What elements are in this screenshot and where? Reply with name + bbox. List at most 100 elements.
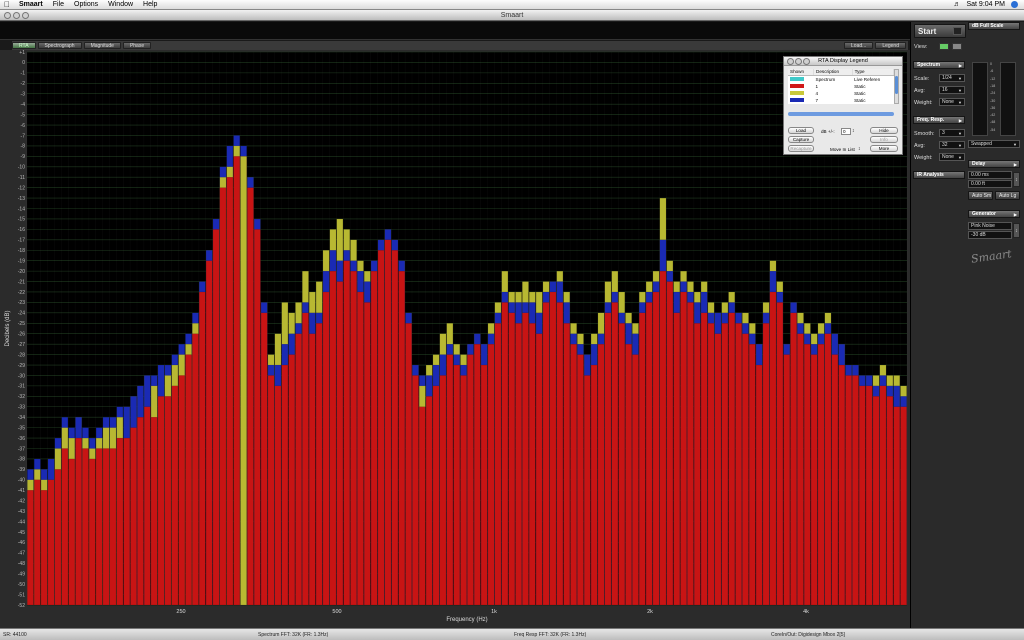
bar-series-1[interactable] — [625, 344, 632, 606]
bar-series-1[interactable] — [810, 354, 818, 606]
spotlight-icon[interactable] — [1011, 1, 1018, 8]
delay-ft-field[interactable]: 0.00 ft — [968, 180, 1012, 188]
bar-series-1[interactable] — [817, 344, 825, 606]
bar-series-1[interactable] — [556, 302, 564, 606]
bar-series-1[interactable] — [831, 354, 839, 606]
delay-header[interactable]: Delay ▶ — [968, 160, 1020, 168]
legend-color-swatch[interactable] — [790, 98, 804, 103]
bar-series-1[interactable] — [419, 406, 426, 606]
bar-series-1[interactable] — [309, 333, 316, 606]
bar-series-1[interactable] — [315, 323, 323, 606]
bar-series-1[interactable] — [508, 312, 515, 606]
bar-series-1[interactable] — [460, 375, 467, 606]
legend-row[interactable]: 7 Static — [788, 97, 894, 104]
spectrum-header[interactable]: Spectrum ▶ — [913, 61, 965, 69]
bar-series-1[interactable] — [47, 479, 55, 606]
ir-analysis-header[interactable]: IR Analysis — [913, 171, 965, 179]
bar-series-1[interactable] — [584, 375, 591, 606]
bar-series-1[interactable] — [178, 375, 185, 606]
bar-series-1[interactable] — [494, 323, 502, 606]
bar-series-1[interactable] — [735, 323, 742, 606]
bar-series-1[interactable] — [852, 375, 859, 606]
bar-series-1[interactable] — [611, 302, 619, 606]
bar-series-1[interactable] — [659, 270, 667, 606]
bar-series-1[interactable] — [432, 385, 440, 606]
bar-series-1[interactable] — [68, 458, 75, 606]
menu-file[interactable]: File — [48, 0, 69, 10]
db-offset-field[interactable]: 0 — [841, 128, 851, 135]
minimize-icon[interactable] — [13, 12, 20, 19]
bar-series-1[interactable] — [150, 417, 158, 606]
bar-series-1[interactable] — [797, 333, 804, 606]
bar-series-1[interactable] — [192, 333, 199, 606]
legend-scrollbar[interactable] — [894, 69, 899, 104]
bar-series-1[interactable] — [652, 291, 660, 606]
bar-series-1[interactable] — [377, 250, 385, 606]
legend-row[interactable]: Spectrum Live Referen — [788, 75, 894, 83]
bar-series-1[interactable] — [61, 448, 69, 606]
view-single-icon[interactable] — [939, 43, 949, 50]
bar-series-1[interactable] — [247, 187, 254, 606]
weight-select[interactable]: None ▼ — [939, 98, 965, 106]
bar-series-1[interactable] — [755, 364, 763, 606]
bar-series-1[interactable] — [34, 479, 41, 606]
bar-series-1[interactable] — [707, 323, 715, 606]
bar-series-1[interactable] — [700, 312, 708, 606]
meter-mode-select[interactable]: Swapped ▼ — [968, 140, 1020, 148]
bar-series-1[interactable] — [886, 396, 894, 606]
bar-series-1[interactable] — [604, 312, 612, 606]
bar-series-1[interactable] — [474, 344, 481, 606]
bar-series-1[interactable] — [487, 344, 495, 606]
menu-clock[interactable]: Sat 9:04 PM — [966, 1, 1005, 8]
bar-series-1[interactable] — [89, 458, 96, 606]
bar-series-1[interactable] — [749, 344, 756, 606]
bar-series-1[interactable] — [412, 375, 419, 606]
legend-color-swatch[interactable] — [790, 84, 804, 89]
auto-sm-button[interactable]: Auto Sm — [968, 191, 993, 200]
legend-color-swatch[interactable] — [790, 91, 804, 96]
bar-series-1[interactable] — [542, 302, 550, 606]
bar-series-1[interactable] — [900, 406, 907, 606]
bar-series-1[interactable] — [357, 291, 364, 606]
bar-series-1[interactable] — [302, 312, 309, 606]
avg-select[interactable]: 16 ▼ — [939, 86, 965, 94]
bar-series-1[interactable] — [137, 417, 144, 606]
bar-series-1[interactable] — [144, 406, 151, 606]
bar-series-1[interactable] — [219, 187, 227, 606]
freq-resp-header[interactable]: Freq. Resp. ▶ — [913, 116, 965, 124]
zoom-icon[interactable] — [22, 12, 29, 19]
menu-smaart[interactable]: Smaart — [14, 0, 48, 10]
legend-hide-button[interactable]: Hide — [870, 127, 898, 134]
bar-series-1[interactable] — [714, 333, 722, 606]
bar-series-1[interactable] — [226, 177, 234, 606]
legend-row[interactable]: 4 Static — [788, 90, 894, 97]
close-icon[interactable] — [4, 12, 11, 19]
bar-series-1[interactable] — [597, 344, 605, 606]
generator-level-field[interactable]: -30 dB — [968, 231, 1012, 239]
bar-series-1[interactable] — [776, 302, 784, 606]
weight2-select[interactable]: None ▼ — [939, 153, 965, 161]
bar-series-1[interactable] — [529, 323, 536, 606]
delay-stepper-icon[interactable]: ↕ — [1013, 172, 1020, 187]
bar-series-1[interactable] — [322, 291, 330, 606]
bar-series-1[interactable] — [859, 385, 866, 606]
move-stepper-icon[interactable]: ↕ — [858, 146, 861, 152]
menu-help[interactable]: Help — [138, 0, 162, 10]
bar-series-1[interactable] — [281, 364, 289, 606]
bar-series-1[interactable] — [865, 385, 873, 606]
bar-series-1[interactable] — [102, 448, 110, 606]
bar-series-1[interactable] — [254, 229, 261, 606]
bar-series-1[interactable] — [130, 427, 137, 606]
legend-swatch-cell[interactable] — [788, 90, 814, 97]
bar-series-1[interactable] — [274, 385, 282, 606]
legend-swatch-cell[interactable] — [788, 75, 814, 83]
bar-series-1[interactable] — [790, 312, 797, 606]
bar-series-1[interactable] — [370, 270, 378, 606]
menu-options[interactable]: Options — [69, 0, 103, 10]
legend-hscrollbar[interactable] — [788, 112, 894, 116]
bar-series-1[interactable] — [364, 302, 371, 606]
bar-series-1[interactable] — [109, 448, 117, 606]
bar-series-1[interactable] — [769, 291, 777, 606]
bar-series-1[interactable] — [27, 490, 34, 606]
bar-series-1[interactable] — [673, 312, 680, 606]
